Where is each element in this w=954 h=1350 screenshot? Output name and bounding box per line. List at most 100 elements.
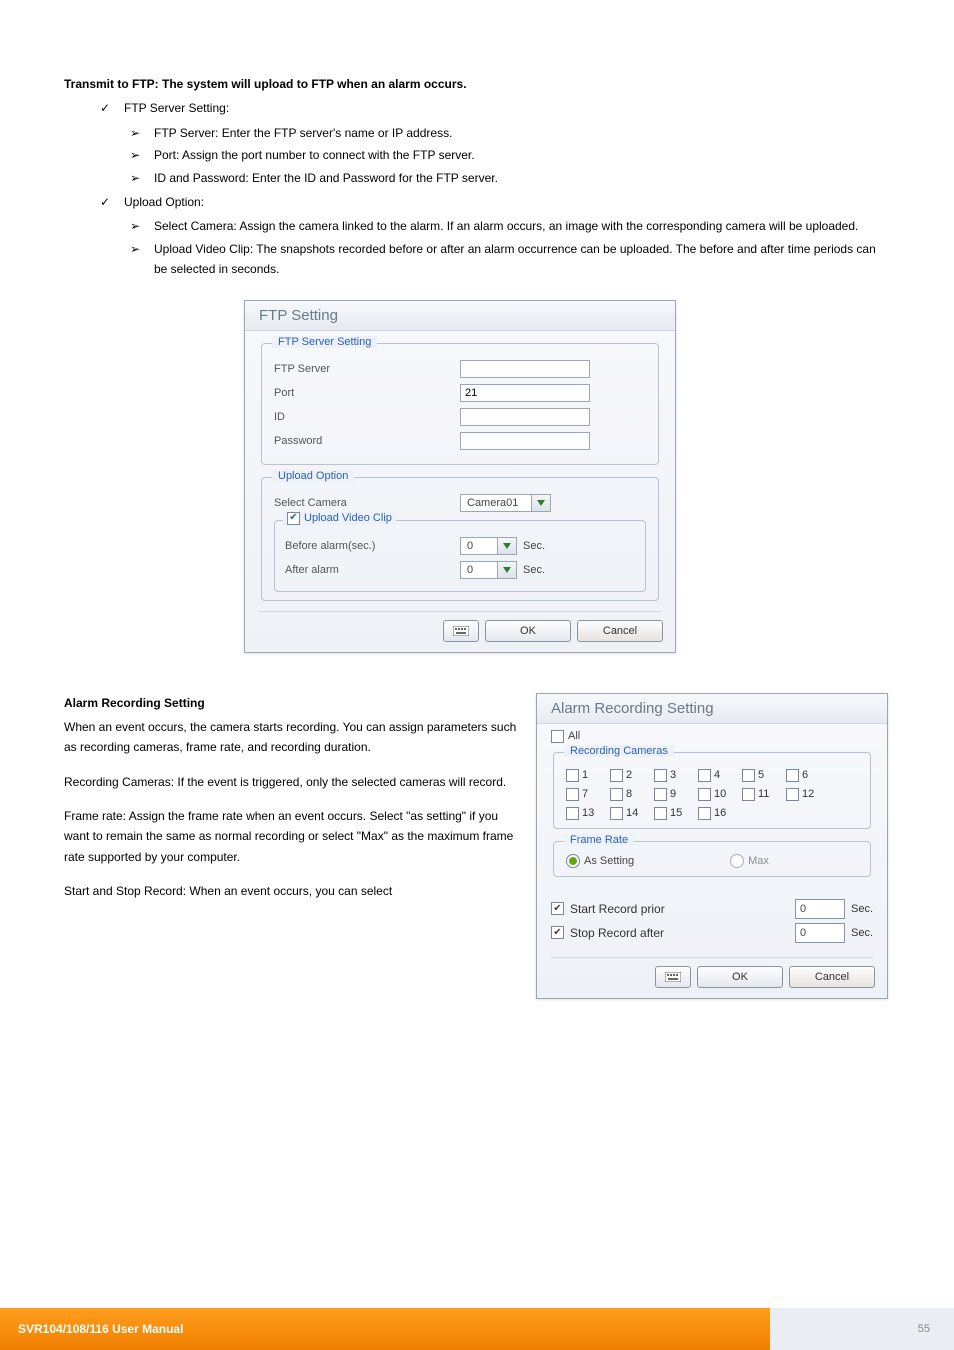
ftp-dialog-title: FTP Setting: [245, 301, 675, 331]
checkbox-icon[interactable]: [742, 769, 755, 782]
checkbox-icon[interactable]: [610, 807, 623, 820]
camera-checkbox-2[interactable]: 2: [610, 769, 650, 782]
chevron-down-icon[interactable]: [497, 538, 516, 554]
page-number: 55: [770, 1308, 954, 1350]
camera-number-label: 10: [714, 788, 726, 800]
camera-checkbox-3[interactable]: 3: [654, 769, 694, 782]
as-setting-radio[interactable]: [566, 854, 580, 868]
frame-rate-group: Frame Rate As Setting Max: [553, 841, 871, 877]
camera-checkbox-4[interactable]: 4: [698, 769, 738, 782]
checkbox-icon[interactable]: [566, 769, 579, 782]
camera-checkbox-12[interactable]: 12: [786, 788, 826, 801]
port-label: Port: [274, 387, 460, 399]
port-input[interactable]: [460, 384, 590, 402]
before-alarm-combo[interactable]: 0: [460, 537, 517, 555]
camera-checkbox-14[interactable]: 14: [610, 807, 650, 820]
sec-label: Sec.: [851, 903, 873, 915]
camera-checkbox-1[interactable]: 1: [566, 769, 606, 782]
camera-number-label: 11: [758, 788, 769, 800]
camera-number-label: 6: [802, 769, 808, 781]
footer-left: SVR104/108/116 User Manual: [0, 1308, 770, 1350]
heading-transmit-to-ftp: Transmit to FTP: The system will upload …: [64, 74, 890, 94]
stop-record-after-label: Stop Record after: [570, 926, 789, 940]
camera-checkbox-9[interactable]: 9: [654, 788, 694, 801]
checkbox-icon[interactable]: [566, 807, 579, 820]
ok-button[interactable]: OK: [697, 966, 783, 988]
upload-video-clip-group: ✔ Upload Video Clip Before alarm(sec.) 0…: [274, 520, 646, 592]
upload-video-clip-checkbox[interactable]: ✔: [287, 512, 300, 525]
start-record-prior-input[interactable]: 0: [795, 899, 845, 919]
cancel-button[interactable]: Cancel: [577, 620, 663, 642]
camera-number-label: 14: [626, 807, 638, 819]
frame-rate-title: Frame Rate: [564, 834, 634, 846]
bullet-upload-video-clip: Upload Video Clip: The snapshots recorde…: [130, 239, 890, 280]
cancel-button[interactable]: Cancel: [789, 966, 875, 988]
select-camera-value: Camera01: [461, 497, 531, 509]
after-alarm-value: 0: [461, 564, 497, 576]
checkbox-icon[interactable]: [610, 788, 623, 801]
bullet-port: Port: Assign the port number to connect …: [130, 145, 890, 165]
checkbox-icon[interactable]: [786, 788, 799, 801]
before-alarm-label: Before alarm(sec.): [285, 540, 460, 552]
checkbox-icon[interactable]: [698, 788, 711, 801]
camera-number-label: 7: [582, 788, 588, 800]
checkbox-icon[interactable]: [742, 788, 755, 801]
keyboard-icon-button[interactable]: [655, 966, 691, 988]
chevron-down-icon[interactable]: [531, 495, 550, 511]
checkbox-icon[interactable]: [566, 788, 579, 801]
upload-option-group: Upload Option Select Camera Camera01 ✔ U…: [261, 477, 659, 601]
camera-checkbox-16[interactable]: 16: [698, 807, 738, 820]
camera-checkbox-6[interactable]: 6: [786, 769, 826, 782]
recording-cameras-title: Recording Cameras: [564, 745, 674, 757]
checkbox-icon[interactable]: [654, 807, 667, 820]
camera-checkbox-11[interactable]: 11: [742, 788, 782, 801]
after-alarm-label: After alarm: [285, 564, 460, 576]
camera-number-label: 8: [626, 788, 632, 800]
checkbox-icon[interactable]: [610, 769, 623, 782]
checkbox-icon[interactable]: [786, 769, 799, 782]
sec-label: Sec.: [523, 540, 545, 552]
checkbox-icon[interactable]: [654, 769, 667, 782]
stop-record-after-input[interactable]: 0: [795, 923, 845, 943]
select-camera-label: Select Camera: [274, 497, 460, 509]
checkbox-icon[interactable]: [698, 807, 711, 820]
upload-video-clip-label: Upload Video Clip: [304, 512, 392, 524]
max-radio[interactable]: [730, 854, 744, 868]
all-cameras-checkbox[interactable]: [551, 730, 564, 743]
checkbox-icon[interactable]: [654, 788, 667, 801]
camera-checkbox-8[interactable]: 8: [610, 788, 650, 801]
camera-checkbox-15[interactable]: 15: [654, 807, 694, 820]
camera-number-label: 15: [670, 807, 682, 819]
select-camera-combo[interactable]: Camera01: [460, 494, 551, 512]
id-input[interactable]: [460, 408, 590, 426]
bullet-ftp-server: FTP Server: Enter the FTP server's name …: [130, 123, 890, 143]
start-record-prior-label: Start Record prior: [570, 902, 789, 916]
chevron-down-icon[interactable]: [497, 562, 516, 578]
checkbox-icon[interactable]: [698, 769, 711, 782]
stop-record-after-checkbox[interactable]: ✔: [551, 926, 564, 939]
all-cameras-label: All: [568, 730, 580, 742]
camera-checkbox-13[interactable]: 13: [566, 807, 606, 820]
camera-number-label: 13: [582, 807, 594, 819]
keyboard-icon-button[interactable]: [443, 620, 479, 642]
upload-option-title: Upload Option: [272, 470, 354, 482]
camera-number-label: 16: [714, 807, 726, 819]
bullet-ftp-server-setting: FTP Server Setting:: [100, 98, 890, 118]
camera-number-label: 2: [626, 769, 632, 781]
camera-number-label: 12: [802, 788, 814, 800]
camera-number-label: 3: [670, 769, 676, 781]
after-alarm-combo[interactable]: 0: [460, 561, 517, 579]
start-record-prior-checkbox[interactable]: ✔: [551, 902, 564, 915]
camera-checkbox-5[interactable]: 5: [742, 769, 782, 782]
alarm-recording-dialog: Alarm Recording Setting All Recording Ca…: [536, 693, 888, 999]
password-input[interactable]: [460, 432, 590, 450]
camera-number-label: 4: [714, 769, 720, 781]
ftp-server-input[interactable]: [460, 360, 590, 378]
camera-checkbox-10[interactable]: 10: [698, 788, 738, 801]
sec-label: Sec.: [523, 564, 545, 576]
sec-label: Sec.: [851, 927, 873, 939]
ftp-server-label: FTP Server: [274, 363, 460, 375]
bullet-upload-option: Upload Option:: [100, 192, 890, 212]
ok-button[interactable]: OK: [485, 620, 571, 642]
camera-checkbox-7[interactable]: 7: [566, 788, 606, 801]
